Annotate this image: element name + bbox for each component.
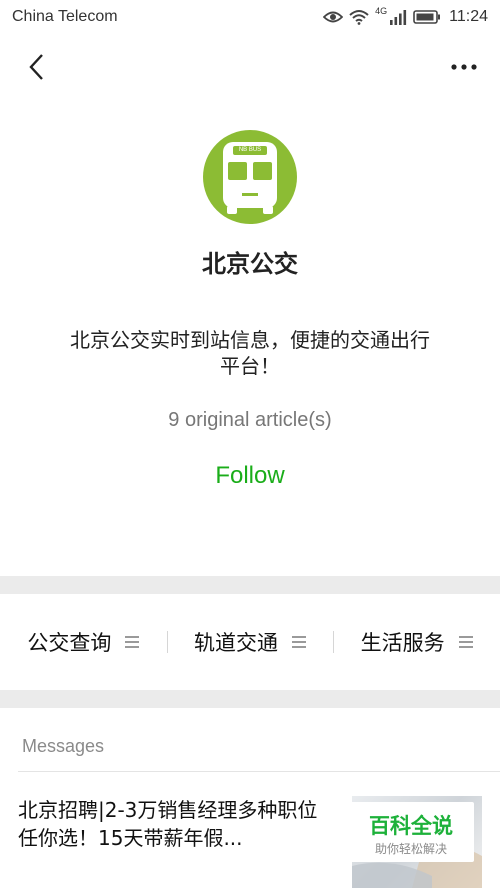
clock-label: 11:24 <box>449 8 488 25</box>
menu-item-label: 公交查询 <box>27 631 112 655</box>
menu-item-label: 轨道交通 <box>194 631 278 655</box>
menu-lines-icon <box>125 636 140 648</box>
back-arrow-icon <box>29 54 43 80</box>
account-menu: 公交查询 轨道交通 生活服务 <box>0 594 500 690</box>
menu-item-label: 生活服务 <box>360 631 445 655</box>
menu-item-life-services[interactable]: 生活服务 <box>333 627 500 657</box>
account-logo: NB BUS <box>203 130 297 224</box>
follow-button[interactable]: Follow <box>0 462 500 490</box>
wifi-icon <box>349 10 369 25</box>
menu-lines-icon <box>458 636 473 648</box>
section-separator <box>0 690 500 708</box>
carrier-label: China Telecom <box>12 8 118 25</box>
back-button[interactable] <box>16 47 56 87</box>
more-button[interactable] <box>444 47 484 87</box>
bus-icon <box>223 142 277 214</box>
section-separator <box>0 576 500 594</box>
account-profile: NB BUS 北京公交 北京公交实时到站信息，便捷的交通出行平台！ 9 orig… <box>0 130 500 432</box>
account-name: 北京公交 <box>202 250 298 278</box>
account-description: 北京公交实时到站信息，便捷的交通出行平台！ <box>70 328 430 378</box>
article-title: 北京招聘|2-3万销售经理多种职位任你选！15天带薪年假... <box>18 798 318 850</box>
status-icons: 4G <box>323 6 441 25</box>
divider <box>18 771 500 772</box>
menu-lines-icon <box>292 636 306 648</box>
watermark-badge: 百科全说 助你轻松解决 <box>348 802 474 862</box>
watermark-subtitle: 助你轻松解决 <box>374 842 447 856</box>
watermark-title: 百科全说 <box>369 814 453 838</box>
battery-icon <box>413 10 441 24</box>
menu-item-rail-transit[interactable]: 轨道交通 <box>166 627 334 657</box>
nav-bar <box>0 34 500 100</box>
messages-section-label: Messages <box>22 736 105 756</box>
network-type-label: 4G <box>375 6 388 16</box>
logo-text: NB BUS <box>238 147 262 153</box>
status-bar: China Telecom 4G 11:24 <box>0 0 500 34</box>
signal-icon <box>390 10 407 25</box>
menu-item-bus-query[interactable]: 公交查询 <box>0 627 167 657</box>
eye-icon <box>323 11 344 23</box>
more-dots-icon <box>451 64 477 70</box>
original-articles-count[interactable]: 9 original article(s) <box>0 409 500 432</box>
status-right: 4G 11:24 <box>323 6 488 26</box>
